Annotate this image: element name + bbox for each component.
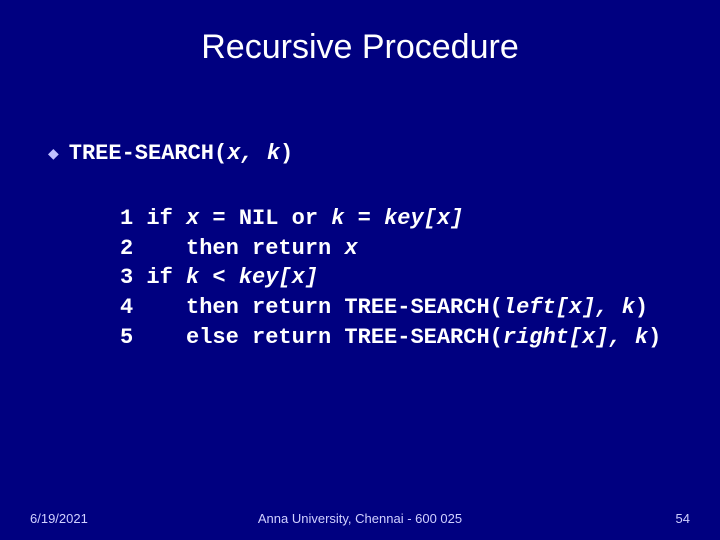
footer-page: 54 (676, 511, 690, 526)
bullet-icon: ◆ (48, 145, 59, 162)
code-block: 1 if x = NIL or k = key[x] 2 then return… (48, 198, 720, 352)
slide-title: Recursive Procedure (0, 0, 720, 67)
code-line-4: 4 then return TREE-SEARCH(left[x], k) (120, 293, 720, 323)
footer: 6/19/2021 Anna University, Chennai - 600… (0, 511, 720, 526)
code-line-3: 3 if k < key[x] (120, 263, 720, 293)
footer-date: 6/19/2021 (30, 511, 88, 526)
func-text: TREE-SEARCH(x, k) (69, 141, 293, 166)
code-line-1: 1 if x = NIL or k = key[x] (120, 204, 720, 234)
function-signature: ◆ TREE-SEARCH(x, k) (48, 141, 720, 166)
content-area: ◆ TREE-SEARCH(x, k) 1 if x = NIL or k = … (0, 67, 720, 352)
footer-center: Anna University, Chennai - 600 025 (258, 511, 462, 526)
code-line-2: 2 then return x (120, 234, 720, 264)
code-line-5: 5 else return TREE-SEARCH(right[x], k) (120, 323, 720, 353)
